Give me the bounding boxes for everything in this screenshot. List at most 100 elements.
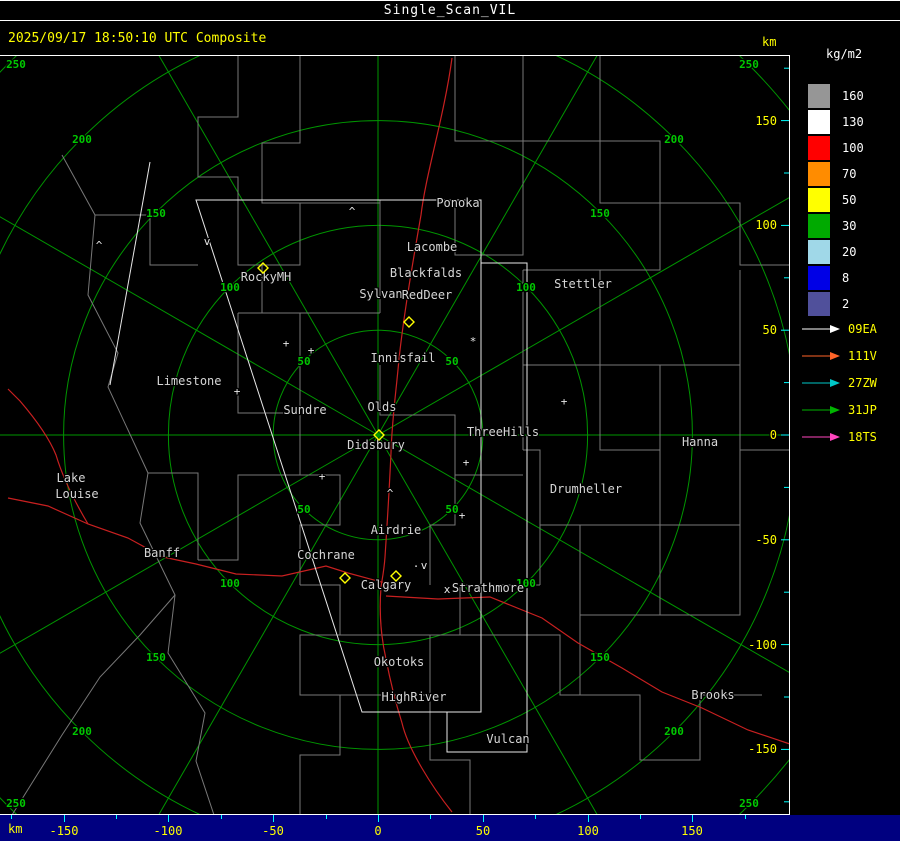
ring-distance-label: 150 <box>146 651 166 664</box>
city-label: Banff <box>144 546 180 560</box>
city-label: Blackfalds <box>390 266 462 280</box>
range-spoke <box>0 216 379 436</box>
ring-distance-label: 250 <box>6 797 26 810</box>
town-symbol: ^ <box>349 205 356 218</box>
y-axis-label: 0 <box>770 428 777 442</box>
scale-entry: 2 <box>808 291 864 317</box>
x-axis-label: 0 <box>374 824 382 838</box>
city-label: Limestone <box>156 374 221 388</box>
town-symbol: ^ <box>96 239 103 252</box>
x-axis-tick <box>11 815 12 819</box>
radar-map: 50 50 50 50 100 100 100 100 150 150 150 150 200 200 20… <box>0 0 900 841</box>
city-label: ThreeHills <box>467 425 539 439</box>
x-axis-label: 50 <box>475 824 491 838</box>
x-axis-label: -150 <box>49 824 79 838</box>
x-axis-label: 100 <box>577 824 599 838</box>
x-axis-tick <box>378 815 379 822</box>
color-swatch <box>808 266 830 290</box>
city-label: Calgary <box>361 578 412 592</box>
x-axis-tick <box>221 815 222 819</box>
ring-distance-label: 100 <box>220 281 240 294</box>
scale-entry: 160 <box>808 83 864 109</box>
ring-distance-label: 150 <box>146 207 166 220</box>
legend-panel: kg/m2 160 130 100 70 50 30 20 8 2 09EA 111V 27ZW 31… <box>790 21 900 815</box>
site-arrow-icon <box>802 378 840 387</box>
x-axis-tick <box>326 815 327 819</box>
radar-site-marker <box>339 572 351 584</box>
city-label: Innisfail <box>370 351 435 365</box>
scale-unit-label: kg/m2 <box>826 47 863 61</box>
city-label: Brooks <box>691 688 734 702</box>
town-symbol: v <box>421 559 428 572</box>
radar-site-entry: 31JP <box>802 396 877 423</box>
radar-site-entry: 111V <box>802 342 877 369</box>
x-axis-tick <box>483 815 484 822</box>
x-axis-label: -100 <box>153 824 183 838</box>
city-label: Ponoka <box>436 196 479 210</box>
city-label: HighRiver <box>381 690 446 704</box>
site-arrow-icon <box>802 324 840 333</box>
city-label: Olds <box>368 400 397 414</box>
scale-value: 20 <box>842 245 857 259</box>
ring-distance-label: 50 <box>297 503 310 516</box>
town-symbol: · <box>413 560 420 573</box>
scale-entry: 130 <box>808 109 864 135</box>
city-label: Louise <box>55 487 98 501</box>
city-label: Didsbury <box>347 438 405 452</box>
y-axis-label: -100 <box>748 638 777 652</box>
scale-value: 30 <box>842 219 857 233</box>
title-bar: Single_Scan_VIL <box>0 0 900 21</box>
info-bar: 2025/09/17 18:50:10 UTC Composite km <box>0 21 790 55</box>
vil-color-scale: 160 130 100 70 50 30 20 8 2 <box>808 83 864 317</box>
scale-value: 100 <box>842 141 864 155</box>
city-label: Strathmore <box>452 581 524 595</box>
city-label: Airdrie <box>371 523 422 537</box>
ring-distance-label: 200 <box>72 725 92 738</box>
x-axis-tick <box>588 815 589 822</box>
y-axis-label: 100 <box>755 218 777 232</box>
ring-distance-label: 250 <box>6 58 26 71</box>
city-label: Sundre <box>283 403 326 417</box>
ring-distance-label: 250 <box>739 58 759 71</box>
city-label: Stettler <box>554 277 612 291</box>
x-axis-tick <box>273 815 274 822</box>
scale-entry: 70 <box>808 161 864 187</box>
city-label: Hanna <box>682 435 718 449</box>
radar-site-marker <box>403 316 415 328</box>
x-axis-tick <box>745 815 746 819</box>
ring-distance-label: 200 <box>664 133 684 146</box>
y-axis-label: 150 <box>755 114 777 128</box>
color-swatch <box>808 162 830 186</box>
y-axis-label: -150 <box>748 742 777 756</box>
ring-distance-label: 200 <box>72 133 92 146</box>
town-symbol: x <box>444 583 451 596</box>
x-axis-tick <box>535 815 536 819</box>
color-swatch <box>808 110 830 134</box>
ring-distance-label: 250 <box>739 797 759 810</box>
ring-distance-label: 50 <box>445 503 458 516</box>
town-symbol: + <box>234 385 241 398</box>
town-symbol: + <box>283 337 290 350</box>
scale-entry: 30 <box>808 213 864 239</box>
town-symbol: + <box>463 456 470 469</box>
site-arrow-icon <box>802 405 840 414</box>
radar-site-legend: 09EA 111V 27ZW 31JP 18TS <box>802 315 877 450</box>
ring-distance-label: 50 <box>445 355 458 368</box>
town-symbol: * <box>470 335 477 348</box>
city-label: Vulcan <box>486 732 529 746</box>
x-axis-label: -50 <box>262 824 284 838</box>
scale-value: 50 <box>842 193 857 207</box>
site-id-label: 31JP <box>848 402 877 417</box>
ring-distance-label: 100 <box>516 281 536 294</box>
y-axis-label: 50 <box>763 323 777 337</box>
map-canvas[interactable]: 5050505010010010010015015015015020020020… <box>0 0 900 841</box>
scale-value: 8 <box>842 271 850 285</box>
site-id-label: 27ZW <box>848 375 877 390</box>
city-label: RedDeer <box>402 288 453 302</box>
town-symbol: + <box>308 344 315 357</box>
color-swatch <box>808 136 830 160</box>
scan-timestamp: 2025/09/17 18:50:10 UTC Composite <box>8 31 267 46</box>
town-symbol: + <box>459 509 466 522</box>
ring-distance-label: 100 <box>220 577 240 590</box>
x-axis-tick <box>64 815 65 822</box>
